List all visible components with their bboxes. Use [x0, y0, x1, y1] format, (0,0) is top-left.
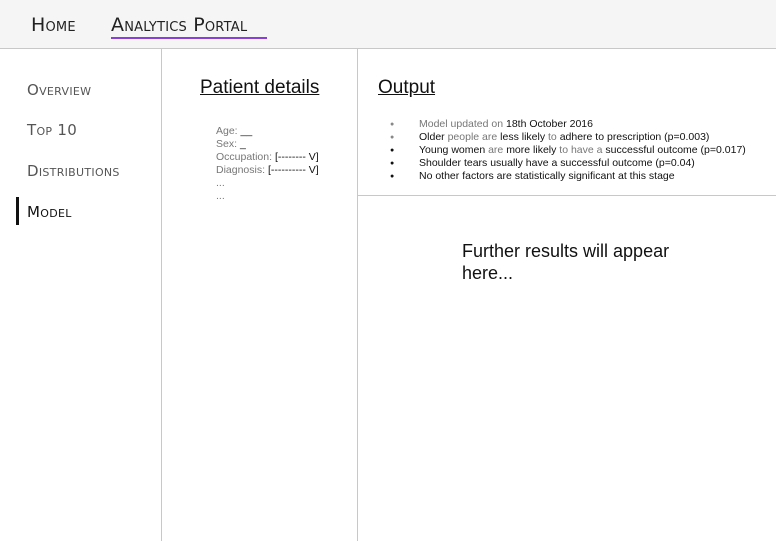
sex-field: Sex: _: [216, 138, 319, 151]
further-results-placeholder: Further results will appear here...: [462, 241, 670, 283]
more-fields-ellipsis: ...: [216, 190, 225, 202]
patient-details-panel: Patient details Age: __ Sex: _ Occupatio…: [162, 49, 358, 541]
age-field: Age: __: [216, 125, 319, 138]
list-item: Young women are more likely to have a su…: [390, 144, 746, 157]
diagnosis-dropdown[interactable]: [---------- V]: [268, 164, 319, 176]
sidebar-item-top-10[interactable]: Top 10: [27, 121, 77, 139]
sidebar-item-overview[interactable]: Overview: [27, 81, 91, 99]
sidebar: Overview Top 10 Distributions Model: [0, 49, 162, 541]
sidebar-item-model[interactable]: Model: [27, 203, 72, 221]
output-panel: Output Model updated on 18th October 201…: [358, 49, 776, 196]
active-item-indicator: [16, 197, 19, 225]
diagnosis-field: Diagnosis: [---------- V]: [216, 164, 319, 177]
occupation-label: Occupation:: [216, 151, 273, 163]
occupation-dropdown[interactable]: [-------- V]: [275, 151, 319, 163]
diagnosis-label: Diagnosis:: [216, 164, 266, 176]
nav-home-link[interactable]: Home: [31, 14, 76, 36]
list-item: Older people are less likely to adhere t…: [390, 131, 746, 144]
output-title: Output: [378, 77, 436, 98]
occupation-field: Occupation: [-------- V]: [216, 151, 319, 164]
patient-fields: Age: __ Sex: _ Occupation: [-------- V] …: [216, 125, 319, 203]
sidebar-item-distributions[interactable]: Distributions: [27, 162, 120, 180]
more-fields-ellipsis: ...: [216, 177, 225, 189]
output-bullet-list: Model updated on 18th October 2016 Older…: [390, 118, 746, 183]
list-item: No other factors are statistically signi…: [390, 170, 746, 183]
active-nav-underline: [111, 37, 267, 39]
sex-input[interactable]: _: [240, 138, 246, 150]
list-item: Shoulder tears usually have a successful…: [390, 157, 746, 170]
nav-analytics-portal-link[interactable]: Analytics Portal: [111, 14, 247, 36]
patient-details-title: Patient details: [200, 77, 320, 98]
list-item: Model updated on 18th October 2016: [390, 118, 746, 131]
age-input[interactable]: __: [241, 125, 253, 137]
top-navigation-bar: Home Analytics Portal: [0, 0, 776, 49]
age-label: Age:: [216, 125, 238, 137]
sex-label: Sex:: [216, 138, 238, 150]
